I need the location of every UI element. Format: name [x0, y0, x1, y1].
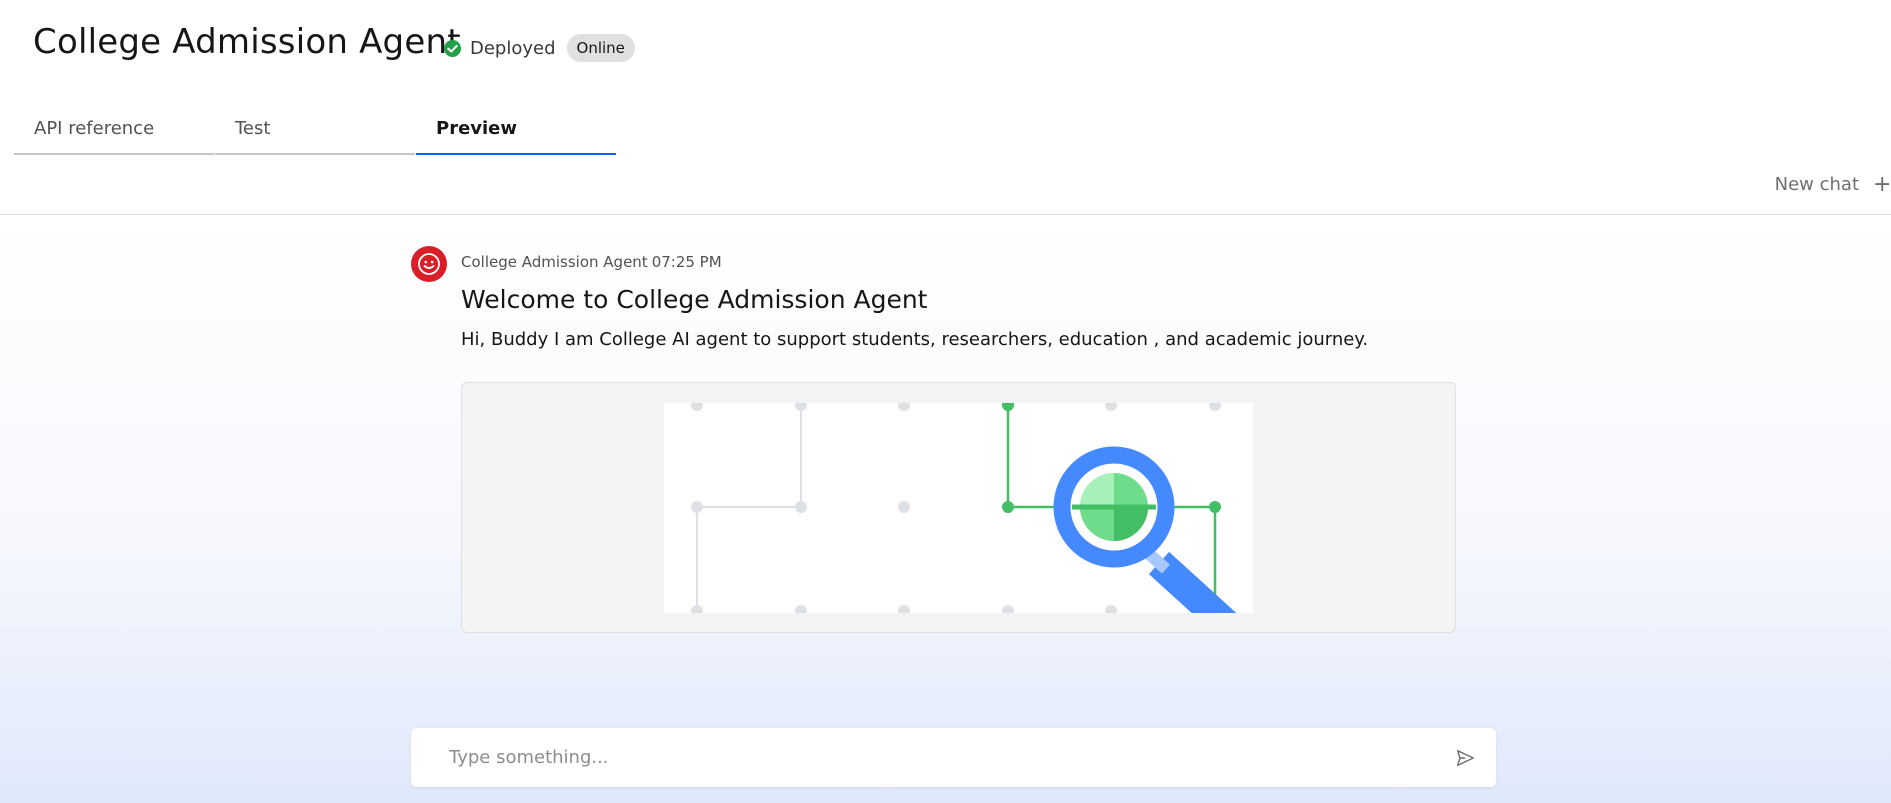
message-composer: [411, 728, 1496, 787]
plus-icon: +: [1873, 172, 1891, 197]
message-sender: College Admission Agent: [461, 253, 648, 271]
new-chat-label: New chat: [1774, 174, 1859, 195]
send-icon[interactable]: [1454, 747, 1476, 769]
page-title: College Admission Agent: [33, 22, 461, 62]
message-time: 07:25 PM: [651, 253, 722, 271]
tab-api-reference[interactable]: API reference: [14, 118, 214, 155]
page-header: College Admission Agent Deployed Online …: [0, 0, 1891, 215]
magnifier-network-illustration: [664, 403, 1253, 613]
deployment-status: Deployed Online: [443, 34, 635, 62]
message-meta: College Admission Agent 07:25 PM: [461, 253, 722, 271]
status-badge: Online: [566, 34, 635, 62]
agent-avatar: [411, 246, 447, 282]
tab-label: Test: [235, 118, 271, 139]
tab-label: API reference: [34, 118, 155, 139]
message-input[interactable]: [449, 728, 1409, 787]
message-image-card: [461, 382, 1456, 633]
tab-bar: API reference Test Preview: [14, 118, 617, 155]
message-heading: Welcome to College Admission Agent: [461, 285, 928, 314]
new-chat-button[interactable]: New chat +: [1775, 172, 1891, 197]
smiley-icon: [418, 253, 440, 275]
message-body: Hi, Buddy I am College AI agent to suppo…: [461, 329, 1369, 350]
tab-label: Preview: [436, 118, 518, 139]
tab-preview[interactable]: Preview: [416, 118, 616, 155]
tab-test[interactable]: Test: [215, 118, 415, 155]
check-circle-icon: [443, 39, 462, 57]
status-text: Deployed: [470, 37, 556, 59]
